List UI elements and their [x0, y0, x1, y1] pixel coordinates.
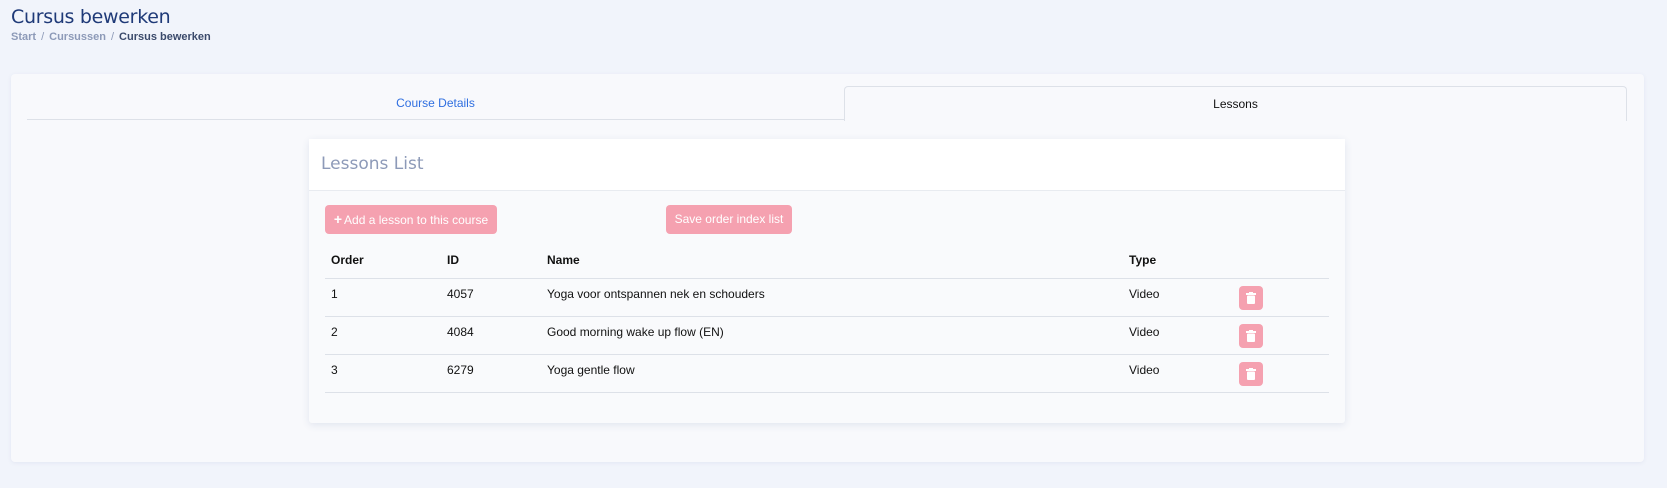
column-header-type: Type: [1123, 243, 1233, 279]
column-header-name: Name: [541, 243, 1123, 279]
column-header-id: ID: [441, 243, 541, 279]
cell-actions: [1233, 316, 1329, 355]
cell-order: 1: [325, 278, 441, 317]
lessons-list-title: Lessons List: [309, 139, 1345, 191]
cell-name: Yoga gentle flow: [541, 354, 1123, 393]
save-order-button[interactable]: Save order index list: [666, 205, 792, 234]
page-header: Cursus bewerken Start / Cursussen / Cursus b…: [11, 6, 211, 43]
tab-lessons[interactable]: Lessons: [844, 86, 1627, 121]
breadcrumb-separator: /: [110, 31, 115, 43]
cell-actions: [1233, 278, 1329, 317]
trash-icon: [1246, 329, 1256, 342]
cell-order: 2: [325, 316, 441, 355]
tab-course-details[interactable]: Course Details: [27, 86, 844, 120]
add-lesson-button[interactable]: + Add a lesson to this course: [325, 205, 497, 234]
cell-type: Video: [1123, 354, 1233, 393]
table-row[interactable]: 3 6279 Yoga gentle flow Video: [325, 354, 1329, 393]
table-row[interactable]: 1 4057 Yoga voor ontspannen nek en schou…: [325, 278, 1329, 317]
table-row[interactable]: 2 4084 Good morning wake up flow (EN) Vi…: [325, 316, 1329, 355]
breadcrumb: Start / Cursussen / Cursus bewerken: [11, 31, 211, 43]
delete-lesson-button[interactable]: [1239, 361, 1263, 386]
cell-name: Yoga voor ontspannen nek en schouders: [541, 278, 1123, 317]
trash-icon: [1246, 291, 1256, 304]
tab-bar: Course Details Lessons: [27, 86, 1627, 121]
delete-lesson-button[interactable]: [1239, 285, 1263, 310]
page-title: Cursus bewerken: [11, 6, 171, 28]
lessons-table: Order ID Name Type 1 4057 Yoga voor onts…: [325, 243, 1329, 393]
cell-type: Video: [1123, 278, 1233, 317]
cell-name: Good morning wake up flow (EN): [541, 316, 1123, 355]
breadcrumb-current: Cursus bewerken: [119, 31, 211, 43]
table-header-row: Order ID Name Type: [325, 243, 1329, 279]
add-lesson-label: Add a lesson to this course: [344, 213, 489, 227]
cell-id: 6279: [441, 354, 541, 393]
breadcrumb-courses[interactable]: Cursussen: [49, 31, 106, 43]
plus-icon: +: [333, 211, 343, 227]
cell-order: 3: [325, 354, 441, 393]
main-card: Course Details Lessons Lessons List + Add…: [11, 74, 1644, 462]
cell-type: Video: [1123, 316, 1233, 355]
cell-id: 4084: [441, 316, 541, 355]
cell-actions: [1233, 354, 1329, 393]
breadcrumb-start[interactable]: Start: [11, 31, 36, 43]
cell-id: 4057: [441, 278, 541, 317]
column-header-order: Order: [325, 243, 441, 279]
lessons-list-card: Lessons List + Add a lesson to this cours…: [309, 139, 1345, 423]
column-header-actions: [1233, 243, 1329, 279]
breadcrumb-separator: /: [41, 31, 45, 43]
trash-icon: [1246, 367, 1256, 380]
delete-lesson-button[interactable]: [1239, 323, 1263, 348]
